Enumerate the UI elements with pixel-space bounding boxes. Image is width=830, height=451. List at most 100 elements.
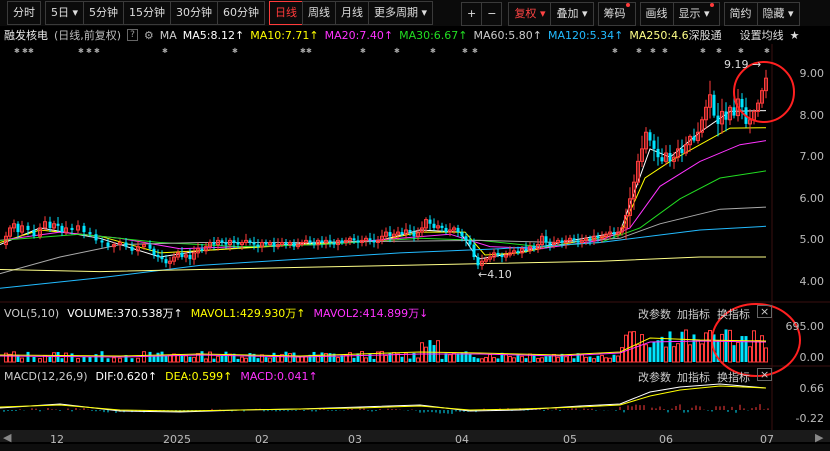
volume-bar bbox=[568, 354, 572, 363]
candle-down bbox=[680, 148, 684, 154]
volume-bar bbox=[156, 352, 160, 362]
help-icon[interactable]: ? bbox=[127, 29, 138, 41]
volume-bar bbox=[136, 357, 140, 363]
candle-down bbox=[100, 240, 104, 243]
hide-button[interactable]: 隐藏 ▾ bbox=[756, 2, 800, 26]
period-60min[interactable]: 60分钟 bbox=[217, 1, 266, 25]
volume-bar bbox=[212, 358, 216, 362]
candle-down bbox=[460, 232, 464, 237]
candle-down bbox=[572, 238, 576, 241]
candle-down bbox=[188, 254, 192, 260]
price-tick-9: 9.00 bbox=[799, 67, 825, 80]
ma30-value: MA30:6.67↑ bbox=[399, 28, 468, 42]
period-monthly[interactable]: 月线 bbox=[335, 1, 370, 25]
vol-tick-max: 695.00 bbox=[785, 320, 825, 333]
scroll-right-icon[interactable]: ▶ bbox=[815, 431, 823, 444]
time-scrollbar[interactable] bbox=[0, 430, 830, 442]
volume-bar bbox=[440, 358, 444, 362]
volume-bar bbox=[612, 354, 616, 362]
vol-add-indicator-button[interactable]: 加指标 bbox=[677, 306, 710, 322]
event-marker-icon: ✱ bbox=[738, 47, 744, 55]
period-more-label: 更多周期 bbox=[374, 6, 419, 19]
candle-down bbox=[692, 136, 696, 141]
chips-button[interactable]: 筹码 bbox=[597, 2, 636, 26]
display-button[interactable]: 显示 ▾ bbox=[672, 2, 720, 26]
period-daily[interactable]: 日线 bbox=[269, 1, 304, 25]
ma-label: MA bbox=[159, 28, 177, 42]
scroll-left-icon[interactable]: ◀ bbox=[3, 431, 11, 444]
volume-bar bbox=[12, 351, 16, 363]
candle-down bbox=[548, 242, 552, 245]
period-fenshi[interactable]: 分时 bbox=[7, 1, 41, 25]
volume-bar bbox=[692, 334, 696, 362]
simple-button[interactable]: 简约 bbox=[723, 2, 758, 26]
volume-bar bbox=[60, 358, 64, 362]
overlay-label: 叠加 bbox=[556, 7, 579, 20]
event-marker-icon: ✱ bbox=[612, 47, 618, 55]
macd-edit-params-button[interactable]: 改参数 bbox=[638, 369, 671, 385]
candle-down bbox=[516, 250, 520, 253]
volume-bar bbox=[356, 353, 360, 362]
candle-down bbox=[444, 227, 448, 233]
candle-down bbox=[248, 240, 252, 243]
volume-bar bbox=[336, 357, 340, 363]
zoom-out-button[interactable]: − bbox=[481, 2, 503, 26]
vol-switch-indicator-button[interactable]: 换指标 bbox=[717, 306, 750, 322]
macd-add-indicator-button[interactable]: 加指标 bbox=[677, 369, 710, 385]
stock-name: 融发核电 bbox=[4, 29, 48, 42]
period-30min[interactable]: 30分钟 bbox=[170, 1, 219, 25]
volume-bar bbox=[76, 358, 80, 363]
ma20-line bbox=[0, 140, 767, 250]
volume-bar bbox=[708, 330, 712, 363]
volume-bar bbox=[536, 357, 540, 363]
volume-bar bbox=[728, 329, 732, 363]
volume-bar bbox=[608, 357, 612, 363]
ma30-line bbox=[0, 170, 767, 248]
period-5day[interactable]: 5日 ▾ bbox=[45, 1, 85, 25]
candle-down bbox=[272, 242, 276, 247]
ma-settings-button[interactable]: 设置均线 bbox=[740, 27, 784, 43]
volume-bar bbox=[428, 340, 432, 362]
macd-switch-indicator-button[interactable]: 换指标 bbox=[717, 369, 750, 385]
candle-down bbox=[712, 94, 716, 116]
volume-bar bbox=[524, 358, 528, 362]
period-more[interactable]: 更多周期 ▾ bbox=[368, 1, 434, 25]
volume-bar bbox=[696, 339, 700, 363]
volume-bar bbox=[364, 357, 368, 363]
candle-down bbox=[124, 242, 128, 247]
period-5day-label: 5日 bbox=[51, 6, 69, 19]
volume-bar bbox=[704, 332, 708, 363]
candle-down bbox=[464, 236, 468, 241]
volume-bar bbox=[20, 357, 24, 363]
candle-down bbox=[160, 257, 164, 260]
volume-bar bbox=[736, 341, 740, 363]
volume-bar bbox=[372, 358, 376, 362]
volume-bar bbox=[200, 351, 204, 362]
ma20-value: MA20:7.40↑ bbox=[324, 28, 394, 42]
event-marker-icon: ✱ bbox=[430, 47, 436, 55]
event-marker-icon: ✱ bbox=[700, 47, 706, 55]
volume-bar bbox=[616, 355, 620, 363]
adjust-button[interactable]: 复权 ▾ bbox=[508, 2, 552, 26]
chart-mode: (日线,前复权) bbox=[54, 29, 122, 42]
macd-bars bbox=[3, 404, 769, 414]
draw-button[interactable]: 画线 bbox=[639, 2, 674, 26]
candle-down bbox=[532, 246, 536, 249]
vol-close-icon[interactable]: × bbox=[757, 305, 773, 318]
vol-edit-params-button[interactable]: 改参数 bbox=[638, 306, 671, 322]
settings-gear-icon[interactable]: ⚙ bbox=[144, 29, 154, 42]
period-15min[interactable]: 15分钟 bbox=[123, 1, 172, 25]
period-weekly[interactable]: 周线 bbox=[302, 1, 337, 25]
volume-bar bbox=[288, 353, 292, 363]
ma120-line bbox=[0, 225, 767, 289]
zoom-in-button[interactable]: + bbox=[461, 2, 483, 26]
notify-dot-icon bbox=[709, 3, 714, 7]
dropdown-arrow-icon: ▾ bbox=[539, 7, 546, 20]
overlay-button[interactable]: 叠加 ▾ bbox=[550, 2, 594, 26]
macd-close-icon[interactable]: × bbox=[757, 368, 773, 381]
volume-bar bbox=[596, 355, 600, 362]
ma250-value: MA250:4.6 bbox=[629, 28, 689, 42]
period-5min[interactable]: 5分钟 bbox=[83, 1, 125, 25]
star-icon[interactable]: ★ bbox=[790, 29, 800, 42]
volume-bar bbox=[436, 340, 440, 363]
